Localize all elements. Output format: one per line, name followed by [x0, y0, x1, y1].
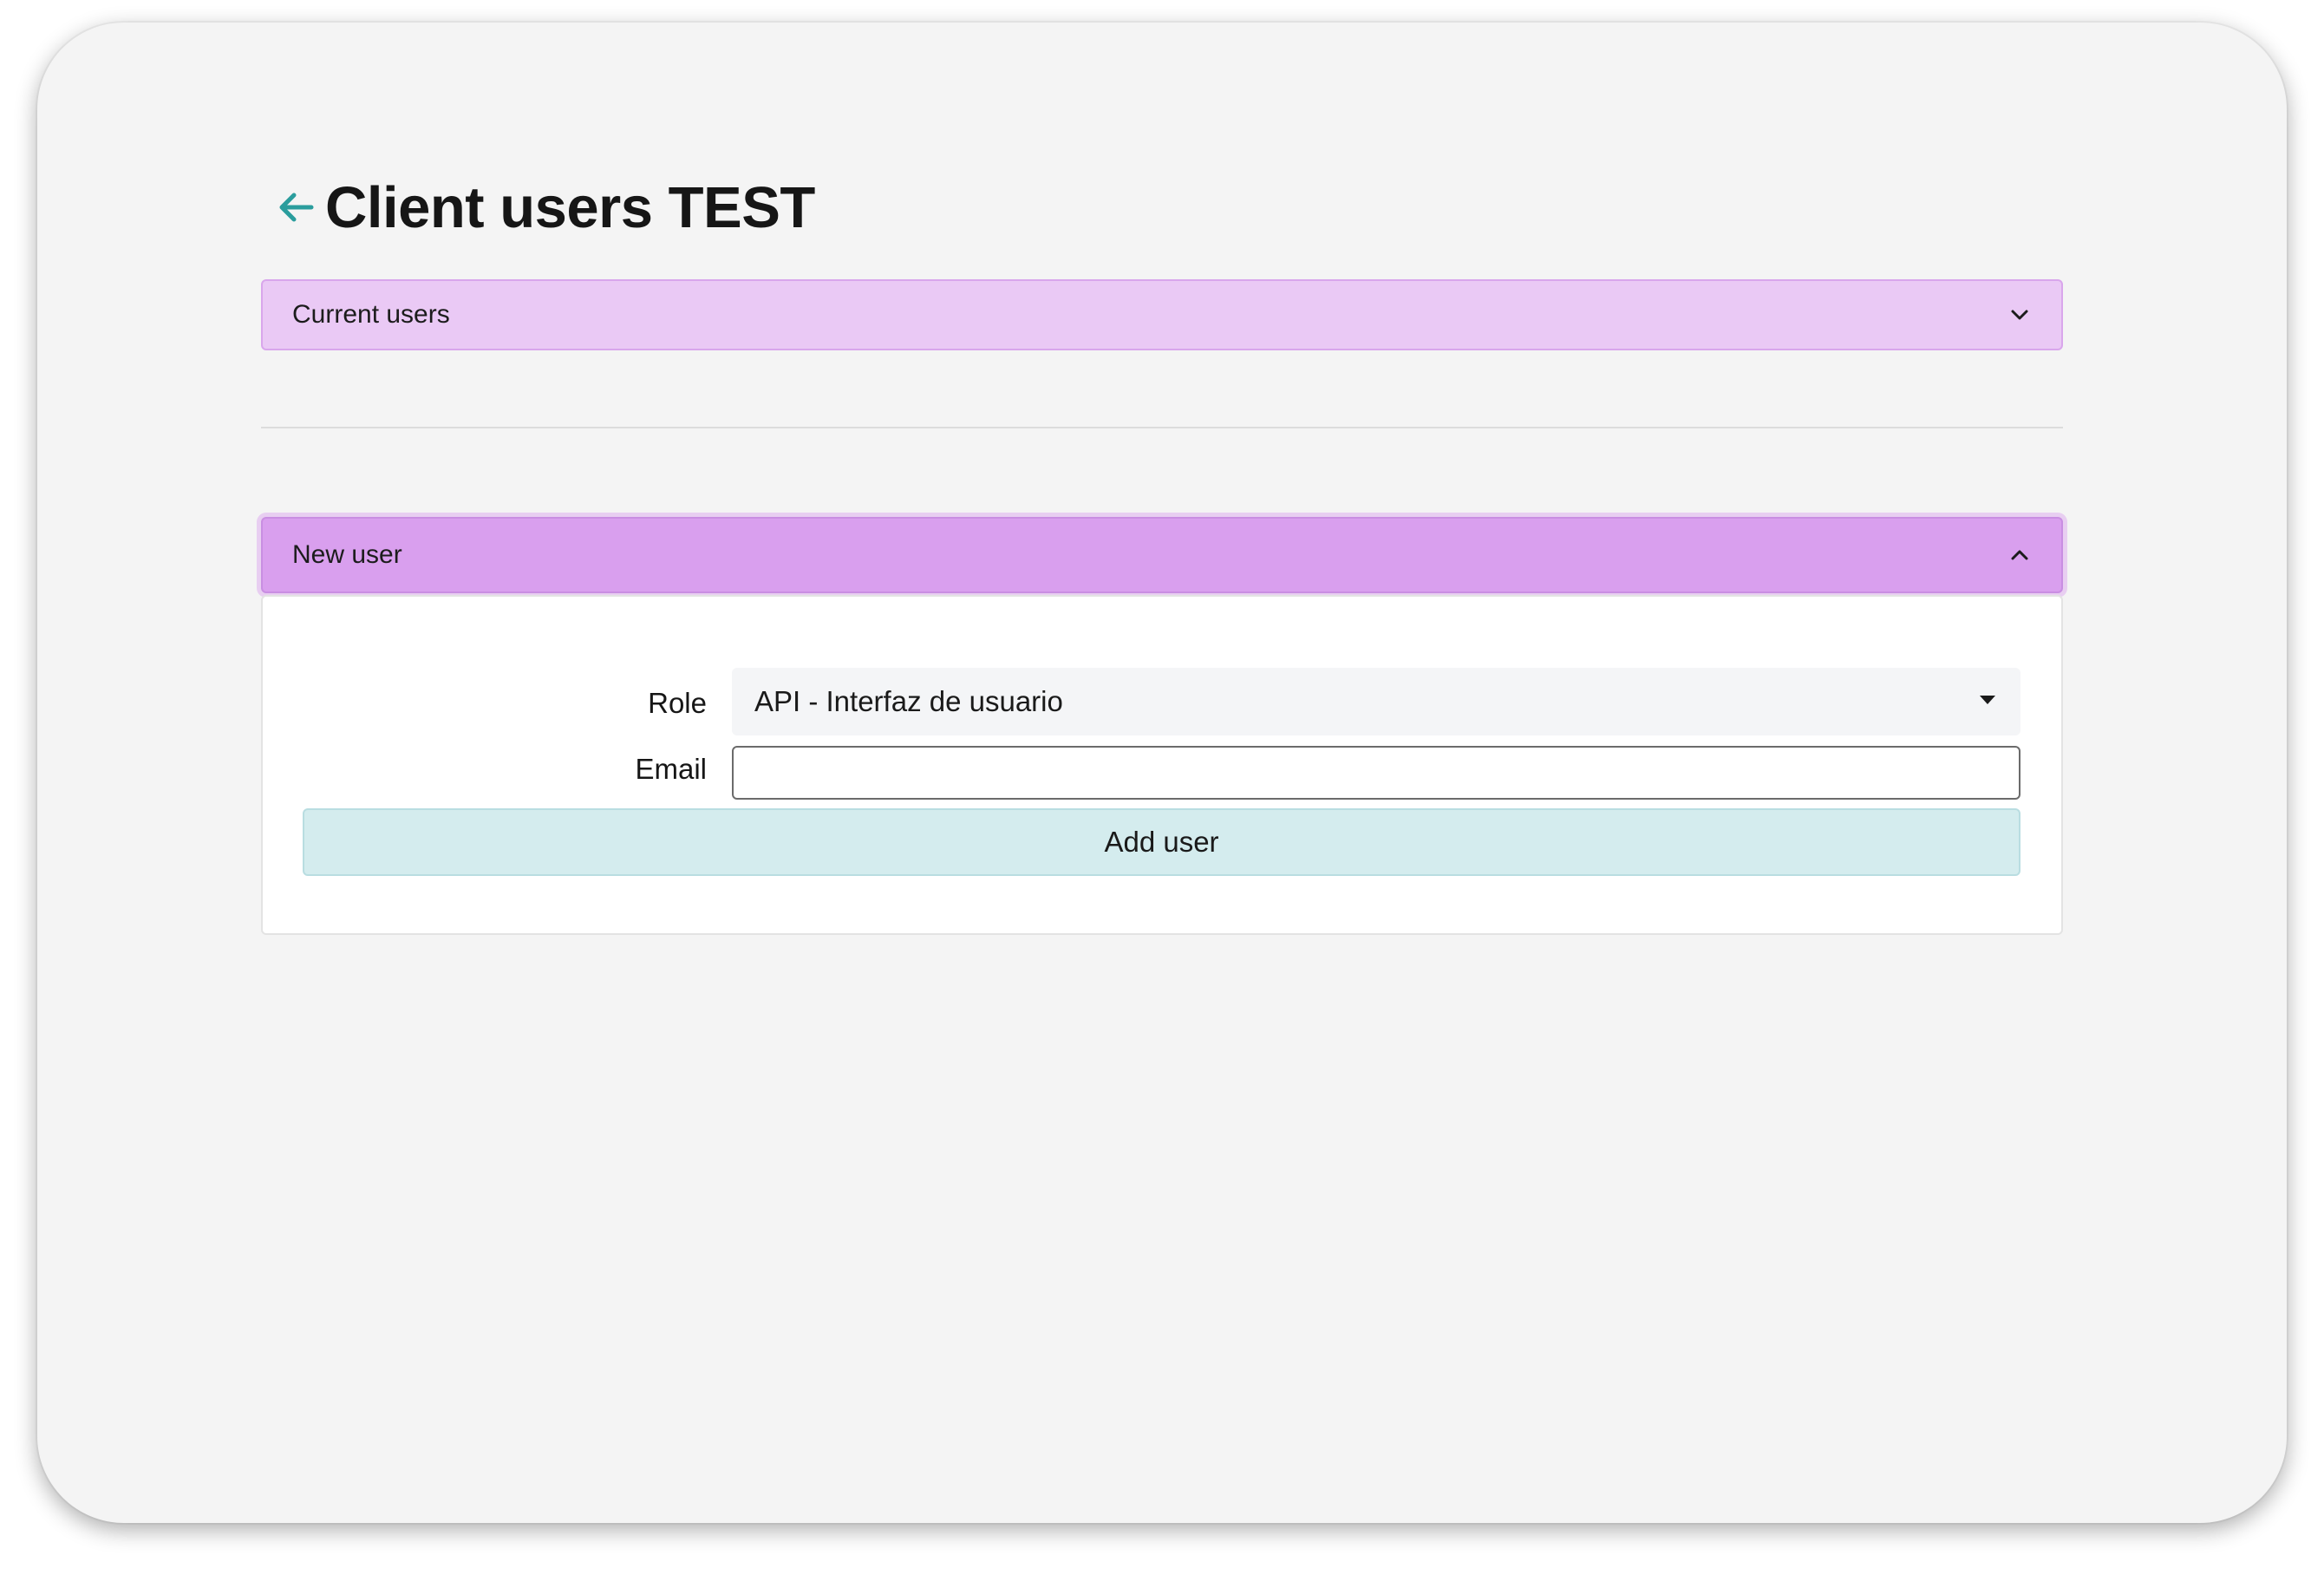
role-select-value: API - Interfaz de usuario	[754, 685, 1063, 717]
chevron-up-icon	[2007, 543, 2032, 567]
arrow-left-icon[interactable]	[271, 183, 320, 232]
current-users-label: Current users	[292, 300, 450, 329]
page-header: Client users TEST	[261, 168, 815, 246]
caret-down-icon	[1980, 696, 1995, 704]
chevron-down-icon	[2007, 303, 2032, 327]
role-select[interactable]: API - Interfaz de usuario	[732, 668, 2020, 735]
role-label: Role	[648, 687, 707, 719]
current-users-accordion[interactable]: Current users	[261, 279, 2063, 350]
page-title: Client users TEST	[325, 174, 815, 240]
add-user-button[interactable]: Add user	[303, 808, 2020, 876]
new-user-label: New user	[292, 540, 402, 569]
new-user-panel: Role API - Interfaz de usuario Email Add…	[261, 595, 2063, 935]
section-divider	[261, 427, 2063, 428]
email-field[interactable]	[732, 746, 2020, 800]
email-label: Email	[635, 753, 707, 785]
app-window: Client users TEST Current users New user…	[37, 23, 2287, 1523]
new-user-accordion[interactable]: New user	[261, 517, 2063, 593]
